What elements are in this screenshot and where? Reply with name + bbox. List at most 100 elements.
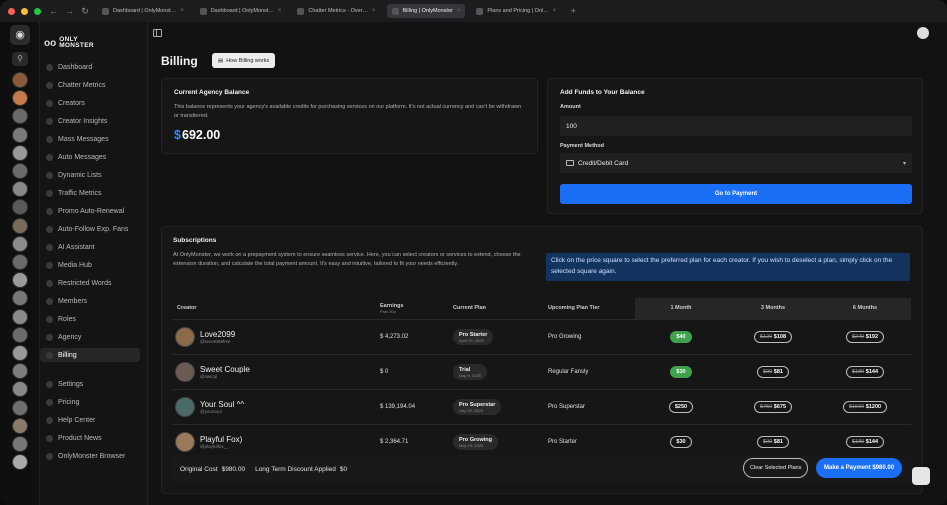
- user-avatar-icon[interactable]: [917, 27, 929, 39]
- browser-tab[interactable]: Dashboard | OnlyMonst… ×: [194, 4, 287, 18]
- profile-avatar[interactable]: [12, 254, 28, 270]
- price-3-months-button[interactable]: $90 $81: [757, 435, 789, 448]
- discount-value: $0: [339, 465, 348, 473]
- profile-avatar[interactable]: [12, 72, 28, 88]
- sidebar-item[interactable]: Restricted Words: [40, 276, 140, 290]
- price-6-months-button[interactable]: $240 $192: [845, 330, 885, 343]
- profile-avatar[interactable]: [12, 290, 28, 307]
- sidebar-item[interactable]: Dynamic Lists: [40, 168, 140, 182]
- profile-avatar[interactable]: [12, 436, 28, 452]
- chat-support-icon[interactable]: [912, 467, 930, 485]
- browser-tab[interactable]: Plans and Pricing | Onl… ×: [471, 4, 562, 18]
- reload-icon[interactable]: ↻: [81, 6, 89, 17]
- make-payment-button[interactable]: Make a Payment $980.00: [816, 458, 903, 478]
- close-tab-icon[interactable]: ×: [553, 8, 557, 14]
- payment-method-select[interactable]: Credit/Debit Card ▾: [560, 153, 912, 173]
- price-3-months-button[interactable]: $120 $108: [753, 330, 793, 343]
- upcoming-plan-cell: Pro Superstar: [548, 388, 635, 424]
- sidebar-item-icon: [46, 261, 53, 269]
- sidebar-item-label: Agency: [58, 333, 82, 341]
- forward-arrow-icon[interactable]: →: [65, 6, 74, 16]
- minimize-window-button[interactable]: [21, 7, 28, 15]
- sidebar-item[interactable]: Billing: [40, 348, 140, 362]
- price-6-months-button[interactable]: $180 $144: [845, 365, 885, 378]
- price-6-months-cell: $240 $192: [819, 318, 911, 354]
- price-1-month-button[interactable]: $40: [670, 330, 692, 343]
- close-tab-icon[interactable]: ×: [372, 8, 376, 14]
- price-1-month-button[interactable]: $30: [670, 365, 692, 378]
- profile-avatar[interactable]: [12, 90, 28, 107]
- sidebar-item[interactable]: Promo Auto-Renewal: [40, 204, 140, 218]
- profile-avatar[interactable]: [12, 126, 28, 143]
- profile-avatar[interactable]: [12, 199, 28, 216]
- browser-tab[interactable]: Chatter Metrics - Over… ×: [292, 4, 381, 18]
- sidebar-item[interactable]: Mass Messages: [40, 132, 140, 146]
- close-window-button[interactable]: [8, 7, 15, 15]
- price-1-month-button[interactable]: $30: [670, 435, 692, 448]
- plan-date: May 9, 2025: [459, 372, 482, 378]
- creator-cell: Love2099 @love2099free: [172, 318, 380, 354]
- sidebar-item[interactable]: Auto Messages: [40, 150, 140, 164]
- sidebar-item[interactable]: Creator Insights: [40, 114, 140, 128]
- clear-selected-plans-button[interactable]: Clear Selected Plans: [743, 458, 809, 478]
- sidebar-bottom-item[interactable]: Help Center: [40, 413, 140, 427]
- close-tab-icon[interactable]: ×: [180, 8, 184, 14]
- price-3-months-button[interactable]: $90 $81: [757, 365, 789, 378]
- amount-input[interactable]: 100: [560, 116, 912, 136]
- sidebar-item[interactable]: Members: [40, 294, 140, 308]
- tab-label: Dashboard | OnlyMonst…: [113, 8, 177, 14]
- profile-avatar[interactable]: [12, 345, 28, 361]
- close-tab-icon[interactable]: ×: [278, 8, 282, 14]
- price-1-month-button[interactable]: $250: [668, 400, 694, 413]
- profile-avatar[interactable]: [12, 308, 28, 325]
- sidebar-item[interactable]: Auto-Follow Exp. Fans: [40, 222, 140, 236]
- new-tab-icon[interactable]: +: [569, 6, 577, 16]
- price-3-months-button[interactable]: $750 $675: [753, 400, 793, 413]
- profile-avatar[interactable]: [12, 381, 28, 398]
- profile-avatar[interactable]: [12, 144, 28, 161]
- price-6-months-button[interactable]: $1500 $1200: [842, 400, 888, 413]
- profile-avatar[interactable]: [12, 108, 28, 125]
- sidebar-item[interactable]: Creators: [40, 96, 140, 110]
- subscriptions-title: Subscriptions: [173, 237, 217, 244]
- profile-avatar[interactable]: [12, 326, 28, 343]
- sidebar-item[interactable]: Chatter Metrics: [40, 78, 140, 92]
- go-to-payment-button[interactable]: Go to Payment: [560, 184, 912, 204]
- how-billing-works-button[interactable]: ▤ How Billing works: [212, 53, 276, 68]
- price-6-months-button[interactable]: $180 $144: [845, 435, 885, 448]
- profile-avatar[interactable]: [12, 399, 28, 416]
- sidebar-item[interactable]: Roles: [40, 312, 140, 326]
- profile-avatar[interactable]: [12, 417, 28, 434]
- payment-method-label: Payment Method: [560, 143, 605, 149]
- profile-avatar[interactable]: [12, 217, 28, 234]
- back-arrow-icon[interactable]: ←: [49, 6, 58, 16]
- profile-avatar[interactable]: [12, 181, 28, 198]
- browser-tab[interactable]: Dashboard | OnlyMonst… ×: [97, 4, 189, 18]
- profile-avatar[interactable]: [12, 163, 28, 179]
- search-icon[interactable]: ⚲: [12, 52, 28, 66]
- browser-tab[interactable]: Billing | OnlyMonster ×: [386, 4, 466, 18]
- close-tab-icon[interactable]: ×: [457, 8, 461, 14]
- sidebar-item[interactable]: Media Hub: [40, 258, 140, 272]
- profile-avatar[interactable]: [12, 272, 28, 289]
- sidebar-item[interactable]: Dashboard: [40, 60, 140, 74]
- sidebar: oo ONLY MONSTER Dashboard Chatter Metrics C…: [40, 22, 148, 505]
- sidebar-toggle-icon[interactable]: [153, 29, 162, 37]
- sidebar-bottom-item[interactable]: Pricing: [40, 395, 140, 409]
- sidebar-item[interactable]: Traffic Metrics: [40, 186, 140, 200]
- sidebar-bottom-item[interactable]: Product News: [40, 431, 140, 445]
- profile-avatar[interactable]: [12, 235, 28, 252]
- profile-avatar[interactable]: [12, 363, 28, 380]
- current-plan-cell: Trial May 9, 2025: [453, 353, 548, 389]
- sidebar-item[interactable]: AI Assistant: [40, 240, 140, 254]
- sidebar-bottom-item[interactable]: OnlyMonster Browser: [40, 449, 140, 463]
- profile-avatar[interactable]: [12, 454, 28, 471]
- app-logo-icon[interactable]: ◉: [10, 25, 30, 45]
- add-funds-card: Add Funds to Your Balance Amount 100 Pay…: [547, 78, 923, 214]
- price-6-months-new: $1200: [865, 403, 882, 410]
- sidebar-bottom-item[interactable]: Settings: [40, 377, 140, 391]
- sidebar-item[interactable]: Agency: [40, 330, 140, 344]
- sidebar-item-icon: [46, 380, 53, 388]
- maximize-window-button[interactable]: [34, 7, 41, 15]
- table-header-row: Creator Earnings Past 30d Current Plan Up…: [172, 298, 911, 319]
